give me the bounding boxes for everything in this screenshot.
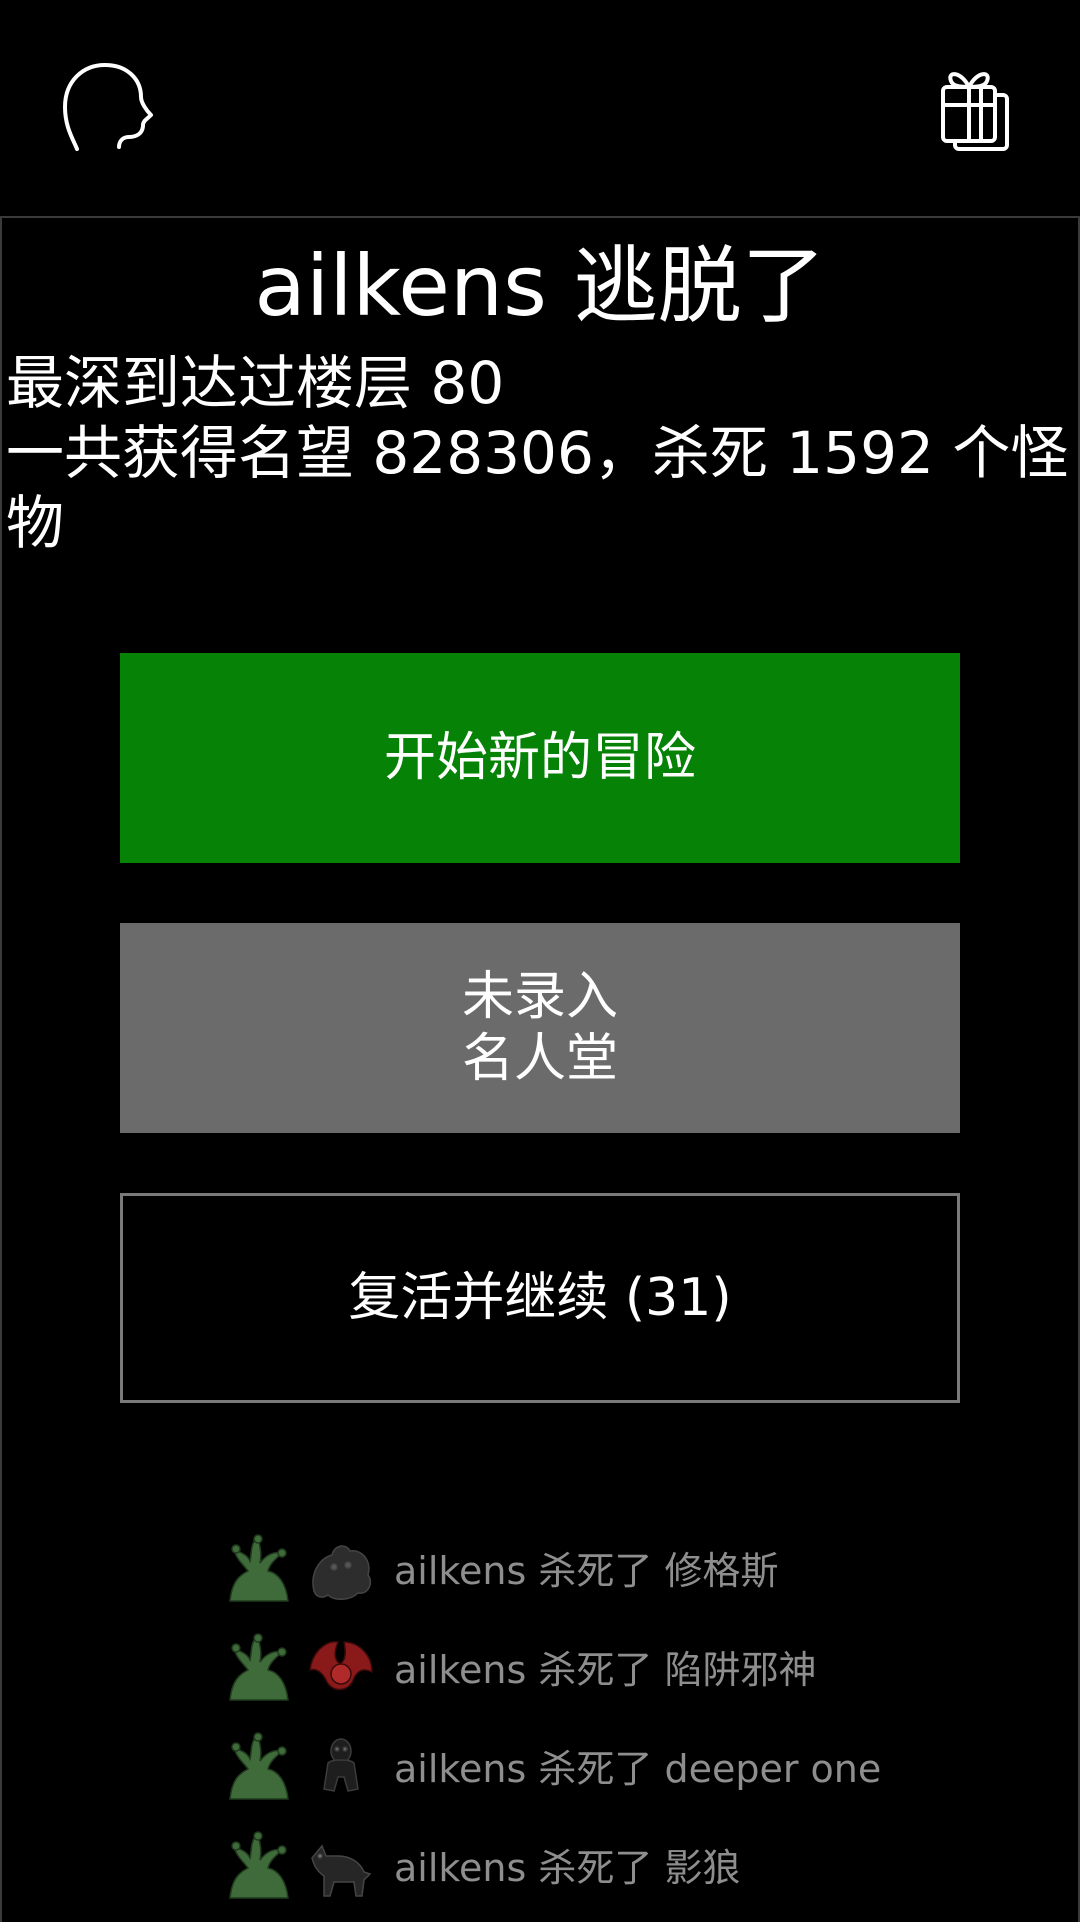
shadow-wolf-icon — [311, 1844, 372, 1897]
new-adventure-button[interactable]: 开始新的冒险 — [120, 653, 960, 863]
list-item: ailkens 杀死了 影狼 — [222, 1815, 1022, 1914]
revive-button[interactable]: 复活并继续 (31) — [120, 1193, 960, 1403]
result-stats: 最深到达过楼层 80 一共获得名望 828306，杀死 1592 个怪物 — [6, 348, 1074, 558]
kill-log-text: ailkens 杀死了 deeper one — [394, 1747, 882, 1791]
head-silhouette-icon — [63, 63, 153, 151]
kill-log: ailkens 杀死了 修格斯 ailkens 杀死了 陷阱邪神 ailkens… — [222, 1518, 1022, 1914]
list-item: ailkens 杀死了 deeper one — [222, 1716, 1022, 1815]
hydra-icon — [229, 1830, 289, 1899]
gift-button[interactable] — [920, 52, 1030, 162]
result-title: ailkens 逃脱了 — [254, 237, 826, 335]
shoggoth-icon — [312, 1544, 372, 1600]
profile-button[interactable] — [52, 52, 162, 162]
list-item: ailkens 杀死了 修格斯 — [222, 1518, 1022, 1617]
hall-of-fame-label-1: 未录入 — [461, 967, 618, 1027]
kill-log-text: ailkens 杀死了 陷阱邪神 — [394, 1648, 817, 1692]
hydra-icon — [229, 1632, 289, 1701]
gift-boxes-icon — [941, 72, 1009, 151]
red-demon-icon — [309, 1640, 373, 1690]
kill-log-text: ailkens 杀死了 影狼 — [394, 1846, 741, 1890]
hydra-icon — [229, 1731, 289, 1800]
fame-kills-text: 一共获得名望 828306，杀死 1592 个怪物 — [6, 419, 1069, 557]
top-bar — [0, 0, 1080, 216]
revive-label: 复活并继续 (31) — [348, 1268, 732, 1328]
result-panel: ailkens 逃脱了 最深到达过楼层 80 一共获得名望 828306，杀死 … — [0, 216, 1080, 1922]
deeper-one-icon — [323, 1737, 359, 1792]
new-adventure-label: 开始新的冒险 — [383, 728, 696, 788]
deepest-floor-text: 最深到达过楼层 80 — [6, 349, 505, 417]
kill-log-text: ailkens 杀死了 修格斯 — [394, 1549, 779, 1593]
list-item: ailkens 杀死了 陷阱邪神 — [222, 1617, 1022, 1716]
hall-of-fame-button[interactable]: 未录入 名人堂 — [120, 923, 960, 1133]
hydra-icon — [229, 1533, 289, 1602]
hall-of-fame-label-2: 名人堂 — [461, 1029, 618, 1089]
